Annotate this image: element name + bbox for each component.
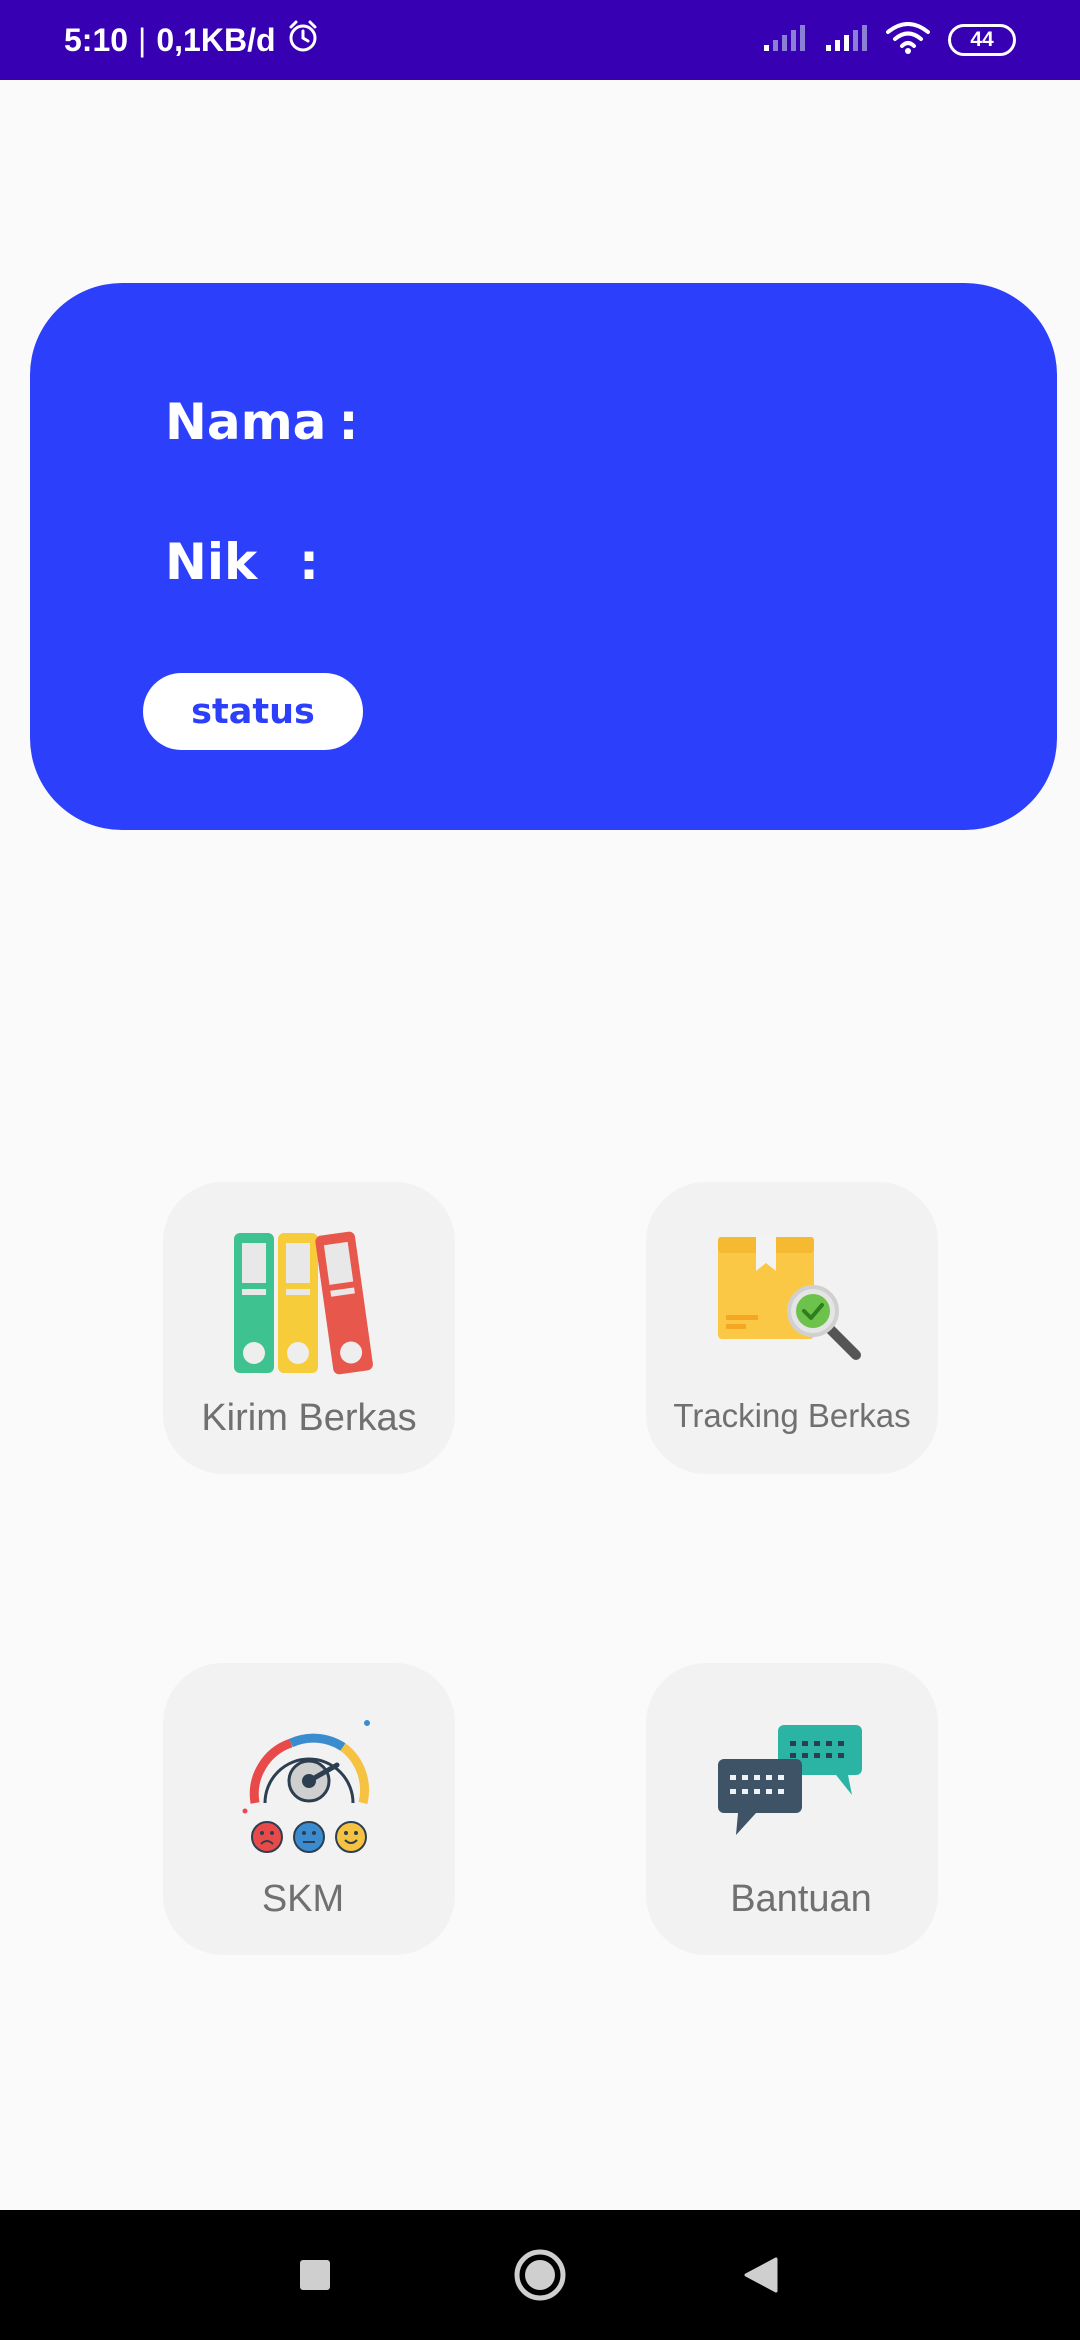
battery-icon: 44 [948,24,1016,56]
wifi-icon [886,21,930,59]
signal-icon [762,23,806,58]
signal-icon-2 [824,23,868,58]
skm-tile[interactable]: SKM [163,1663,455,1955]
alarm-icon [286,19,320,61]
nik-colon: : [299,533,319,591]
status-button[interactable]: status [143,673,363,750]
battery-level: 44 [970,28,994,51]
tracking-berkas-label: Tracking Berkas [673,1397,911,1434]
nik-label: Nik [165,533,258,591]
binders-icon [234,1231,373,1375]
skm-label: SKM [261,1878,345,1920]
package-search-icon [718,1237,861,1360]
nav-bar [0,2210,1080,2340]
nik-row: Nik : [165,533,319,591]
status-bar: 5:10 | 0,1KB/d 44 [0,0,1080,80]
status-right: 44 [762,21,1016,59]
name-label: Nama [165,393,327,451]
status-time: 5:10 [64,21,129,58]
kirim-berkas-label: Kirim Berkas [201,1397,417,1439]
status-left: 5:10 | 0,1KB/d [64,19,320,61]
name-colon: : [338,393,359,451]
recents-square-icon[interactable] [298,2258,332,2292]
chat-bubbles-icon [718,1725,862,1835]
status-data-rate: 0,1KB/d [156,21,276,58]
tracking-berkas-tile[interactable]: Tracking Berkas [646,1182,938,1474]
bantuan-label: Bantuan [730,1878,872,1920]
profile-card: Nama : Nik : status [30,283,1057,830]
name-row: Nama : [165,393,358,451]
back-triangle-icon[interactable] [740,2255,780,2295]
home-circle-icon[interactable] [513,2248,567,2302]
kirim-berkas-tile[interactable]: Kirim Berkas [163,1182,455,1474]
bantuan-tile[interactable]: Bantuan [646,1663,938,1955]
status-separator: | [138,21,147,58]
satisfaction-meter-icon [242,1720,370,1853]
